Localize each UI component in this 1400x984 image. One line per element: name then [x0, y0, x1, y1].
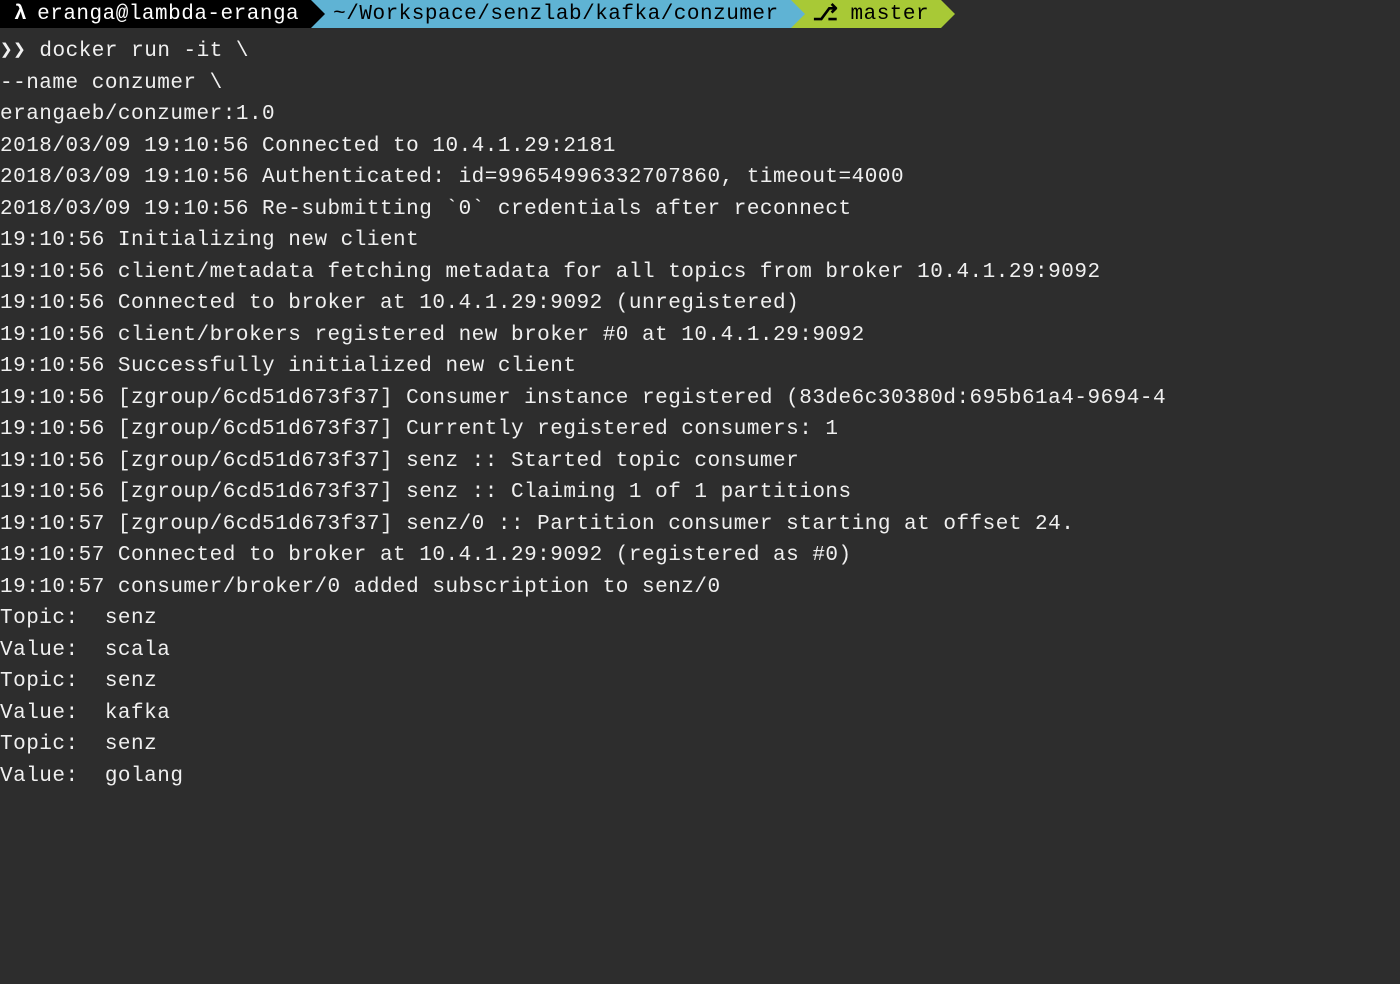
terminal-status-bar: λ eranga@lambda-eranga ~/Workspace/senzl… — [0, 0, 1400, 28]
output-line: 19:10:56 [zgroup/6cd51d673f37] senz :: S… — [0, 446, 1400, 478]
output-line: Topic: senz — [0, 729, 1400, 761]
command-text: docker run -it \ — [26, 40, 249, 63]
command-line: ❯❯ docker run -it \ — [0, 36, 1400, 68]
lambda-icon: λ — [14, 3, 27, 26]
output-line: 19:10:56 Connected to broker at 10.4.1.2… — [0, 288, 1400, 320]
output-line: 2018/03/09 19:10:56 Authenticated: id=99… — [0, 162, 1400, 194]
working-directory: ~/Workspace/senzlab/kafka/conzumer — [333, 3, 778, 26]
output-line: Topic: senz — [0, 603, 1400, 635]
command-line: erangaeb/conzumer:1.0 — [0, 99, 1400, 131]
output-line: 19:10:56 [zgroup/6cd51d673f37] Currently… — [0, 414, 1400, 446]
output-line: 19:10:56 [zgroup/6cd51d673f37] senz :: C… — [0, 477, 1400, 509]
command-line: --name conzumer \ — [0, 68, 1400, 100]
output-line: Topic: senz — [0, 666, 1400, 698]
output-line: 19:10:57 [zgroup/6cd51d673f37] senz/0 ::… — [0, 509, 1400, 541]
user-host: eranga@lambda-eranga — [37, 3, 299, 26]
output-line: 2018/03/09 19:10:56 Re-submitting `0` cr… — [0, 194, 1400, 226]
status-path-segment: ~/Workspace/senzlab/kafka/conzumer — [311, 0, 790, 28]
output-line: Value: kafka — [0, 698, 1400, 730]
output-line: 19:10:56 Initializing new client — [0, 225, 1400, 257]
output-line: 19:10:57 consumer/broker/0 added subscri… — [0, 572, 1400, 604]
output-line: 19:10:57 Connected to broker at 10.4.1.2… — [0, 540, 1400, 572]
status-user-segment: λ eranga@lambda-eranga — [0, 0, 311, 28]
terminal-output-area[interactable]: ❯❯ docker run -it \ --name conzumer \ er… — [0, 28, 1400, 792]
git-branch-name: master — [851, 3, 930, 26]
output-line: 19:10:56 client/brokers registered new b… — [0, 320, 1400, 352]
output-line: 19:10:56 client/metadata fetching metada… — [0, 257, 1400, 289]
output-line: Value: scala — [0, 635, 1400, 667]
git-branch-icon: ⎇ — [813, 1, 839, 27]
output-line: 2018/03/09 19:10:56 Connected to 10.4.1.… — [0, 131, 1400, 163]
output-line: Value: golang — [0, 761, 1400, 793]
output-line: 19:10:56 Successfully initialized new cl… — [0, 351, 1400, 383]
output-line: 19:10:56 [zgroup/6cd51d673f37] Consumer … — [0, 383, 1400, 415]
shell-prompt: ❯❯ — [0, 40, 26, 63]
status-branch-segment: ⎇ master — [791, 0, 941, 28]
